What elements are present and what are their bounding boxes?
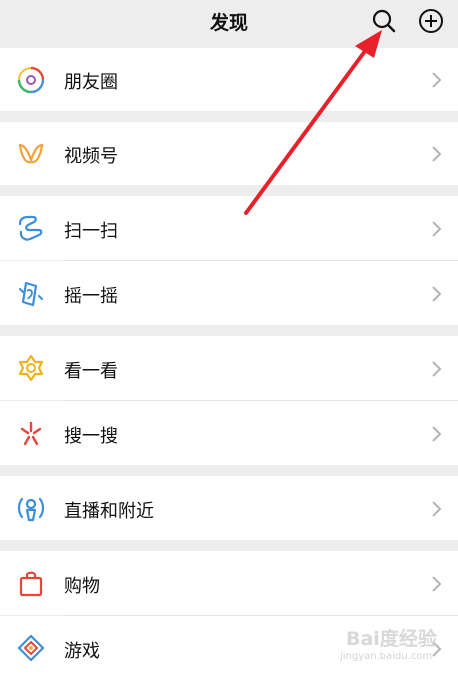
list-item-scan[interactable]: 扫一扫 [0,196,458,260]
watermark-main: Bai度经验 [346,628,437,650]
list-item-search[interactable]: 搜一搜 [0,401,458,465]
chevron-right-icon [432,286,442,302]
list-item-shake[interactable]: 摇一摇 [0,261,458,325]
channels-butterfly-icon [18,143,44,164]
live-nearby-icon [17,497,45,522]
chevron-right-icon [432,221,442,237]
top-stories-icon [18,354,44,382]
search-icon[interactable] [370,7,398,35]
chevron-right-icon [432,72,442,88]
list-item-channels[interactable]: 视频号 [0,122,458,185]
game-diamond-icon [17,634,45,662]
list-item-moments[interactable]: 朋友圈 [0,48,458,111]
scan-icon [18,215,43,241]
list-item-live-nearby[interactable]: 直播和附近 [0,476,458,540]
scan-label: 扫一扫 [64,221,118,242]
shake-phone-icon [19,281,43,307]
search-label: 搜一搜 [64,426,118,447]
list-item-shopping[interactable]: 购物 [0,551,458,615]
shopping-label: 购物 [64,576,100,597]
moments-label: 朋友圈 [64,72,118,93]
games-label: 游戏 [64,641,100,662]
top-bar: 发现 [0,0,458,44]
list-item-top-stories[interactable]: 看一看 [0,336,458,400]
chevron-right-icon [432,361,442,377]
chevron-right-icon [432,576,442,592]
watermark: Bai度经验 jingyan.baidu.com [338,624,448,666]
watermark-sub: jingyan.baidu.com [340,651,433,662]
top-stories-label: 看一看 [64,361,118,382]
search-sparkle-icon [20,421,42,446]
shopping-bag-icon [19,571,43,597]
live-nearby-label: 直播和附近 [64,501,154,522]
moments-aperture-icon [17,66,45,94]
channels-label: 视频号 [64,146,118,167]
chevron-right-icon [432,426,442,442]
shake-label: 摇一摇 [64,286,118,307]
chevron-right-icon [432,501,442,517]
plus-circle-icon[interactable] [417,7,445,35]
chevron-right-icon [432,146,442,162]
